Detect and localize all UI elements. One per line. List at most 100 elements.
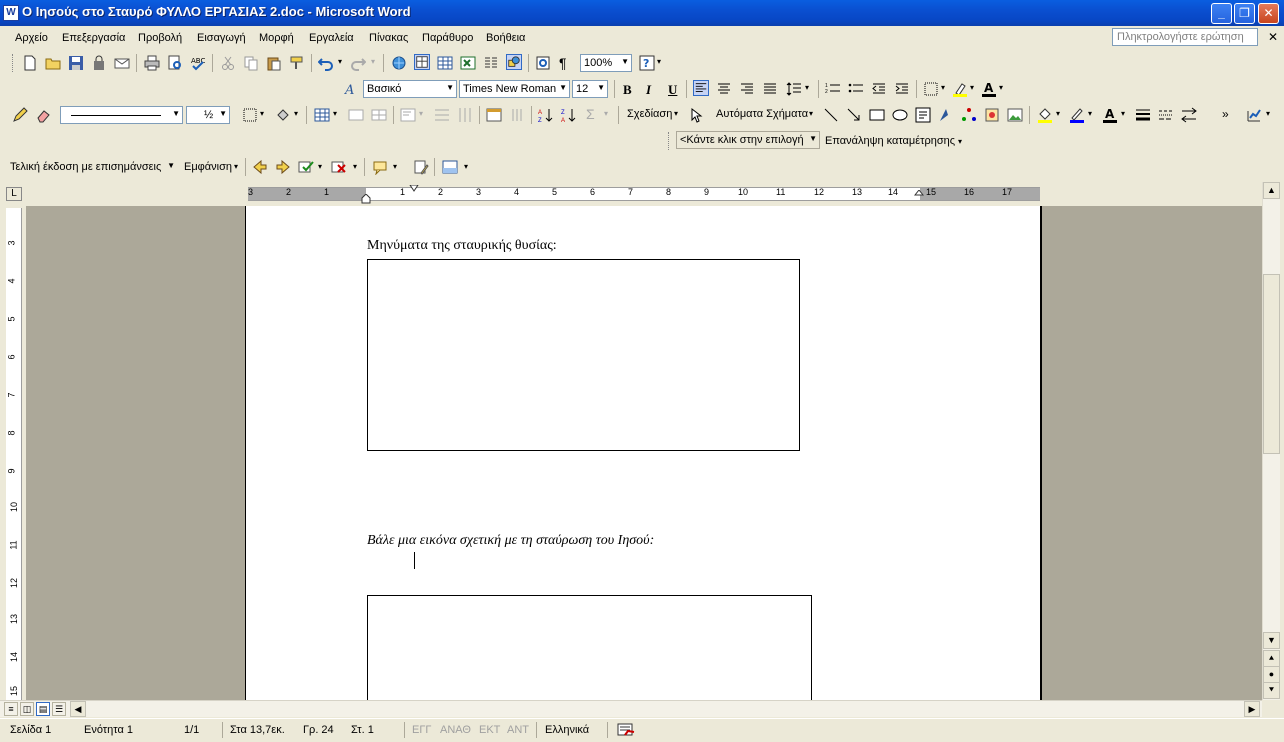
menu-file[interactable]: Αρχείο <box>15 32 48 44</box>
word-app-icon[interactable]: W <box>3 5 19 21</box>
undo-dropdown-icon[interactable]: ▾ <box>338 57 342 66</box>
draw-menu-button[interactable]: Σχεδίαση <box>627 108 672 120</box>
dash-style-icon[interactable] <box>1158 107 1174 123</box>
toolbar-options-icon[interactable]: » <box>1222 107 1229 121</box>
line-color-icon[interactable] <box>1069 107 1085 123</box>
show-dropdown-icon[interactable]: ▾ <box>234 162 238 171</box>
menu-window[interactable]: Παράθυρο <box>422 32 473 44</box>
numbering-select[interactable]: <Κάντε κλικ στην επιλογή ▼ <box>676 131 820 149</box>
new-document-icon[interactable] <box>22 55 38 71</box>
word-count-icon[interactable] <box>1246 107 1262 123</box>
reject-change-icon[interactable] <box>331 159 347 175</box>
email-icon[interactable] <box>114 55 130 71</box>
fill-color-dropdown-icon[interactable]: ▾ <box>1056 109 1060 118</box>
menu-format[interactable]: Μορφή <box>259 32 294 44</box>
align-cell-icon[interactable] <box>400 107 416 123</box>
cut-icon[interactable] <box>220 55 236 71</box>
bold-button[interactable]: B <box>623 82 632 98</box>
next-page-button[interactable]: ⯆ <box>1263 682 1280 699</box>
toolbar-grip[interactable] <box>12 54 15 72</box>
status-language[interactable]: Ελληνικά <box>545 724 589 736</box>
menu-help[interactable]: Βοήθεια <box>486 32 525 44</box>
horizontal-scrollbar[interactable]: ≡ ◫ ▤ ☰ ◀ ▶ <box>0 700 1262 717</box>
menu-edit[interactable]: Επεξεργασία <box>62 32 125 44</box>
status-record-macro[interactable]: ΕΓΓ <box>412 724 431 736</box>
select-browse-object-button[interactable]: ● <box>1263 666 1280 683</box>
style-select[interactable]: Βασικό ▼ <box>363 80 457 98</box>
line-spacing-icon[interactable] <box>786 81 802 97</box>
drawing-font-color-icon[interactable]: A <box>1102 107 1118 123</box>
font-color-icon[interactable]: A <box>981 81 997 97</box>
sort-ascending-icon[interactable]: AZ <box>538 107 554 123</box>
track-changes-icon[interactable] <box>413 159 429 175</box>
insert-table-dropdown-icon[interactable]: ▾ <box>333 109 337 118</box>
redo-icon[interactable] <box>350 55 366 71</box>
insert-excel-icon[interactable] <box>460 55 476 71</box>
minimize-button[interactable]: _ <box>1211 3 1232 24</box>
italic-button[interactable]: I <box>646 82 651 98</box>
distribute-rows-icon[interactable] <box>434 107 450 123</box>
help-dropdown-icon[interactable]: ▾ <box>657 57 661 66</box>
line-color-dropdown-icon[interactable]: ▾ <box>1088 109 1092 118</box>
reviewing-pane-icon[interactable] <box>442 159 458 175</box>
reject-dropdown-icon[interactable]: ▾ <box>353 162 357 171</box>
show-menu-button[interactable]: Εμφάνιση <box>184 161 232 173</box>
accept-dropdown-icon[interactable]: ▾ <box>318 162 322 171</box>
spelling-status-icon[interactable] <box>617 723 635 737</box>
eraser-icon[interactable] <box>35 107 51 123</box>
diagram-icon[interactable] <box>961 107 977 123</box>
status-page-count[interactable]: 1/1 <box>184 724 199 736</box>
select-objects-icon[interactable] <box>688 107 704 123</box>
word-count-dropdown-icon[interactable]: ▾ <box>1266 109 1270 118</box>
merge-cells-icon[interactable] <box>348 107 364 123</box>
numbering-toolbar-options-icon[interactable]: ▾ <box>958 137 962 146</box>
highlight-dropdown-icon[interactable]: ▾ <box>970 83 974 92</box>
status-column[interactable]: Στ. 1 <box>351 724 374 736</box>
numbering-toolbar-grip[interactable] <box>668 132 671 150</box>
scroll-thumb[interactable] <box>1263 274 1280 454</box>
status-track-changes[interactable]: ΑΝΑΘ <box>440 724 471 736</box>
clip-art-icon[interactable] <box>984 107 1000 123</box>
document-close-icon[interactable]: ✕ <box>1268 30 1278 44</box>
redo-dropdown-icon[interactable]: ▾ <box>371 57 375 66</box>
menu-tools[interactable]: Εργαλεία <box>309 32 354 44</box>
scroll-right-button[interactable]: ▶ <box>1244 701 1260 717</box>
font-size-select[interactable]: 12 ▼ <box>572 80 608 98</box>
arrow-tool-icon[interactable] <box>846 107 862 123</box>
previous-page-button[interactable]: ⯅ <box>1263 650 1280 667</box>
underline-button[interactable]: U <box>668 82 677 98</box>
highlight-icon[interactable] <box>952 81 968 97</box>
insert-table-icon[interactable] <box>437 55 453 71</box>
web-layout-icon[interactable]: ◫ <box>20 702 34 716</box>
previous-change-icon[interactable] <box>252 159 268 175</box>
draw-table-pencil-icon[interactable] <box>12 107 28 123</box>
permission-icon[interactable] <box>91 55 107 71</box>
menu-view[interactable]: Προβολή <box>138 32 182 44</box>
accept-change-icon[interactable] <box>298 159 314 175</box>
shading-dropdown-icon[interactable]: ▾ <box>294 109 298 118</box>
decrease-indent-icon[interactable] <box>871 81 887 97</box>
close-button[interactable]: ✕ <box>1258 3 1279 24</box>
autosum-icon[interactable]: Σ <box>586 106 595 122</box>
align-center-icon[interactable] <box>716 81 732 97</box>
save-icon[interactable] <box>68 55 84 71</box>
left-indent-marker[interactable] <box>361 194 371 204</box>
open-folder-icon[interactable] <box>45 55 61 71</box>
drawing-icon[interactable] <box>506 54 522 70</box>
tables-borders-icon[interactable] <box>414 54 430 70</box>
tab-selector[interactable]: L <box>6 187 22 201</box>
insert-picture-icon[interactable] <box>1007 107 1023 123</box>
status-overtype[interactable]: ΑΝΤ <box>507 724 529 736</box>
table-autoformat-icon[interactable] <box>486 107 502 123</box>
oval-tool-icon[interactable] <box>892 107 908 123</box>
columns-icon[interactable] <box>483 55 499 71</box>
rectangle-tool-icon[interactable] <box>869 107 885 123</box>
status-extend-selection[interactable]: ΕΚΤ <box>479 724 500 736</box>
print-preview-icon[interactable] <box>167 55 183 71</box>
normal-view-icon[interactable]: ≡ <box>4 702 18 716</box>
restore-button[interactable]: ❐ <box>1234 3 1255 24</box>
wordart-icon[interactable] <box>938 107 954 123</box>
autoshapes-dropdown-icon[interactable]: ▾ <box>809 109 813 118</box>
document-page[interactable]: Μηνύματα της σταυρικής θυσίας: Βάλε μια … <box>245 206 1042 700</box>
scroll-down-button[interactable]: ▼ <box>1263 632 1280 649</box>
